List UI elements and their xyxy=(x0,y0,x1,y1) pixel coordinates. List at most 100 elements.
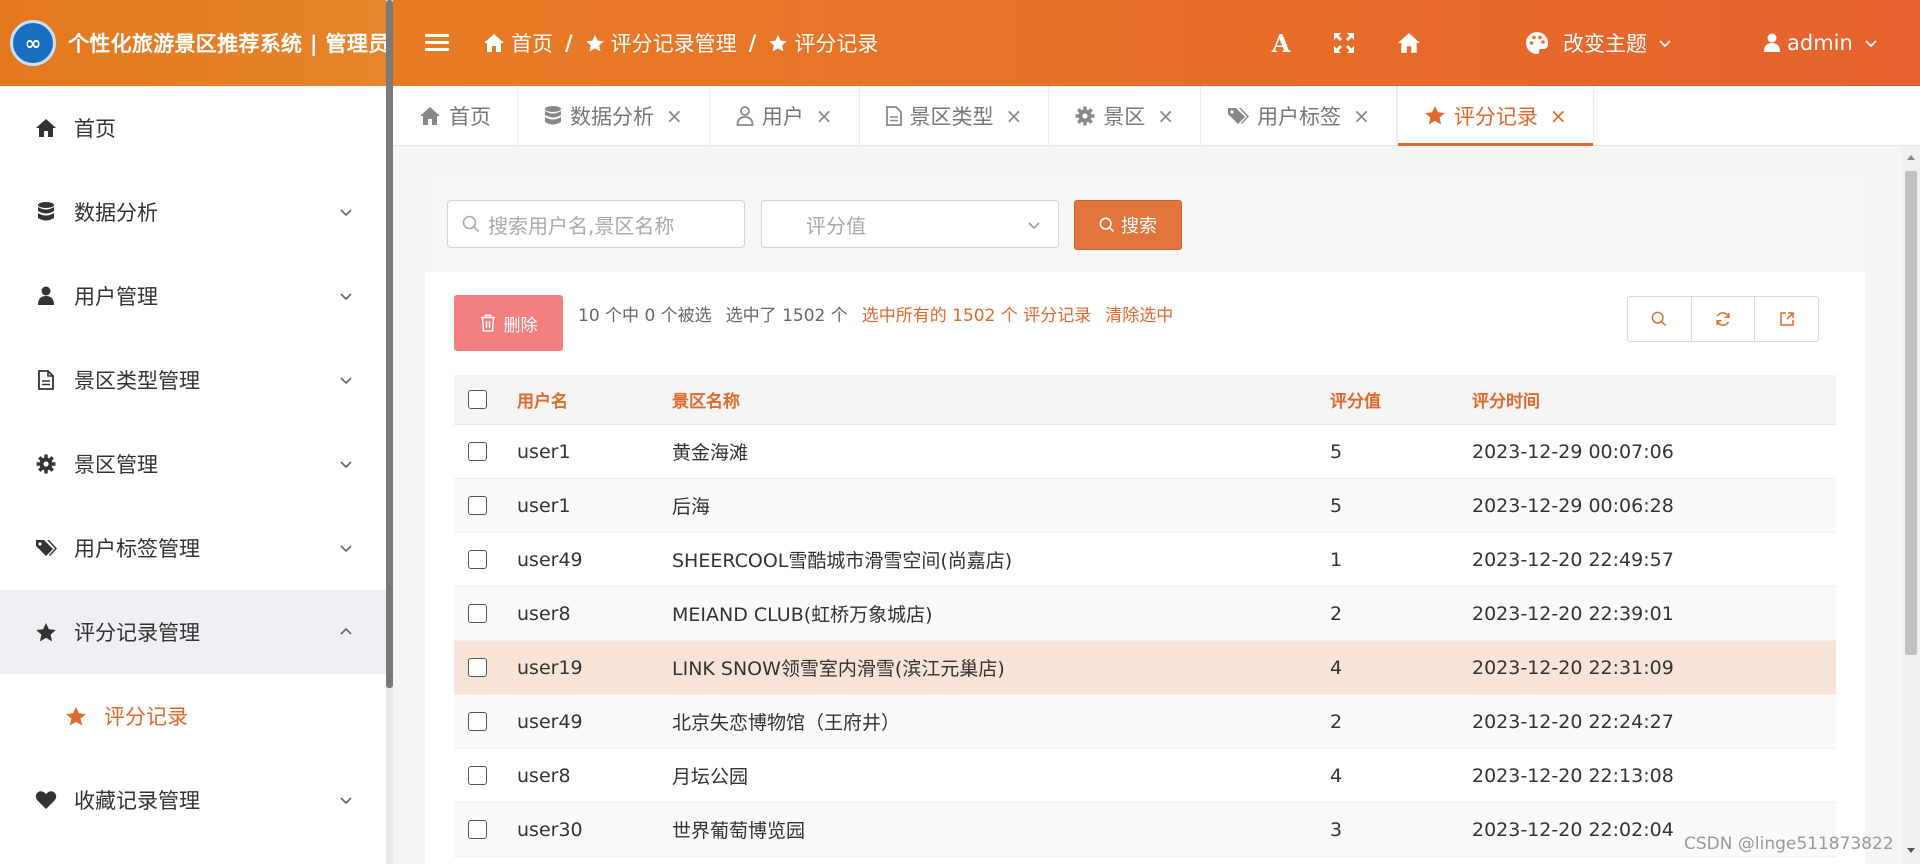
column-header-rating-time[interactable]: 评分时间 xyxy=(1472,375,1540,424)
change-theme-dropdown[interactable]: 改变主题 xyxy=(1525,0,1687,86)
column-header-score[interactable]: 评分值 xyxy=(1330,375,1381,424)
table-row[interactable]: user49 北京失恋博物馆（王府井） 2 2023-12-20 22:24:2… xyxy=(454,695,1836,749)
cell-username: user49 xyxy=(517,710,583,733)
export-button[interactable] xyxy=(1755,297,1818,341)
breadcrumb-separator: / xyxy=(748,31,757,55)
scroll-down-arrow-icon[interactable] xyxy=(1907,848,1915,853)
row-checkbox[interactable] xyxy=(468,550,487,569)
column-header-username[interactable]: 用户名 xyxy=(517,375,568,424)
table-row[interactable]: user8 月坛公园 4 2023-12-20 22:13:08 xyxy=(454,749,1836,803)
select-all-cell xyxy=(468,375,487,424)
tab-label: 用户标签 xyxy=(1257,104,1342,129)
tab-data-analysis[interactable]: 数据分析 × xyxy=(518,86,710,145)
row-checkbox[interactable] xyxy=(468,658,487,677)
sidebar-item-user-management[interactable]: 用户管理 xyxy=(0,254,386,338)
tab-label: 首页 xyxy=(449,104,491,129)
sidebar-scrollbar[interactable] xyxy=(386,0,393,864)
breadcrumb-label: 评分记录管理 xyxy=(610,32,737,56)
sidebar-item-scenic-management[interactable]: 景区管理 xyxy=(0,422,386,506)
star-icon xyxy=(585,34,604,52)
scroll-up-arrow-icon[interactable] xyxy=(1907,155,1915,160)
breadcrumb-item-rating-management[interactable]: 评分记录管理 xyxy=(585,28,737,58)
table-row[interactable]: user1 后海 5 2023-12-29 00:06:28 xyxy=(454,479,1836,533)
row-checkbox[interactable] xyxy=(468,496,487,515)
sidebar-menu: 首页 数据分析 用户管理 景区类型管理 景区管理 用户标签管理 评分记录管理 评… xyxy=(0,86,386,842)
column-header-scenic-name[interactable]: 景区名称 xyxy=(672,375,740,424)
sidebar-item-rating-management[interactable]: 评分记录管理 xyxy=(0,590,386,674)
tab-rating-records[interactable]: 评分记录 × xyxy=(1396,86,1594,146)
select-all-checkbox[interactable] xyxy=(468,390,487,409)
row-checkbox[interactable] xyxy=(468,712,487,731)
toggle-search-button[interactable] xyxy=(1628,297,1692,341)
chevron-down-icon xyxy=(340,293,352,301)
close-icon[interactable]: × xyxy=(1353,104,1370,128)
tab-home[interactable]: 首页 xyxy=(393,86,518,145)
sidebar-item-data-analysis[interactable]: 数据分析 xyxy=(0,170,386,254)
refresh-button[interactable] xyxy=(1692,297,1756,341)
tab-user-tags[interactable]: 用户标签 × xyxy=(1201,86,1397,145)
main-scrollbar-thumb[interactable] xyxy=(1905,171,1917,655)
table-tool-group xyxy=(1627,296,1819,342)
close-icon[interactable]: × xyxy=(666,104,683,128)
sidebar-item-favorites-management[interactable]: 收藏记录管理 xyxy=(0,758,386,842)
close-icon[interactable]: × xyxy=(1006,104,1023,128)
chevron-down-icon xyxy=(340,461,352,469)
tab-scenic[interactable]: 景区 × xyxy=(1049,86,1202,145)
home-icon xyxy=(34,116,58,140)
tab-user[interactable]: 用户 × xyxy=(710,86,860,145)
table-row[interactable]: user49 SHEERCOOL雪酷城市滑雪空间(尚嘉店) 1 2023-12-… xyxy=(454,533,1836,587)
row-check-cell xyxy=(468,695,487,748)
user-icon xyxy=(34,284,58,308)
sidebar-scrollbar-thumb[interactable] xyxy=(386,0,393,688)
clear-selection-link[interactable]: 清除选中 xyxy=(1105,306,1173,326)
star-icon xyxy=(34,620,58,644)
chevron-down-icon xyxy=(340,545,352,553)
table-row[interactable]: user19 LINK SNOW领雪室内滑雪(滨江元巢店) 4 2023-12-… xyxy=(454,641,1836,695)
sidebar-item-scenic-type-management[interactable]: 景区类型管理 xyxy=(0,338,386,422)
logo-bar: ∞ 个性化旅游景区推荐系统 | 管理员 xyxy=(0,0,390,86)
sidebar-item-home[interactable]: 首页 xyxy=(0,86,386,170)
sidebar-item-user-tag-management[interactable]: 用户标签管理 xyxy=(0,506,386,590)
cell-rating-time: 2023-12-20 22:31:09 xyxy=(1472,656,1674,679)
cell-scenic-name: LINK SNOW领雪室内滑雪(滨江元巢店) xyxy=(672,658,1005,680)
tab-label: 景区 xyxy=(1103,104,1146,129)
row-checkbox[interactable] xyxy=(468,820,487,839)
cell-username: user8 xyxy=(517,764,571,787)
table-row[interactable]: user8 MEIAND CLUB(虹桥万象城店) 2 2023-12-20 2… xyxy=(454,587,1836,641)
user-menu-dropdown[interactable]: admin xyxy=(1763,0,1885,86)
records-card: 搜索用户名,景区名称 评分值 搜索 删除 10 个中 0 个被选 选中了 1502… xyxy=(425,176,1865,864)
row-checkbox[interactable] xyxy=(468,442,487,461)
sidebar: ∞ 个性化旅游景区推荐系统 | 管理员 首页 数据分析 用户管理 景区类型管理 … xyxy=(0,0,390,864)
table-row[interactable]: user30 世界葡萄博览园 3 2023-12-20 22:02:04 xyxy=(454,803,1836,857)
search-input[interactable]: 搜索用户名,景区名称 xyxy=(447,200,745,248)
search-button[interactable]: 搜索 xyxy=(1074,200,1182,250)
tab-scenic-type[interactable]: 景区类型 × xyxy=(860,86,1050,145)
chevron-down-icon xyxy=(340,209,352,217)
hamburger-menu-icon[interactable] xyxy=(425,30,449,56)
app-title: 个性化旅游景区推荐系统 | 管理员 xyxy=(68,32,390,56)
delete-button[interactable]: 删除 xyxy=(454,295,563,351)
ratings-table: 用户名 景区名称 评分值 评分时间 user1 黄金海滩 5 2023-12-2… xyxy=(454,375,1836,857)
select-all-link[interactable]: 选中所有的 1502 个 评分记录 xyxy=(862,306,1091,326)
delete-button-label: 删除 xyxy=(503,315,538,336)
cell-score: 2 xyxy=(1330,602,1343,625)
database-icon xyxy=(544,105,562,127)
user-icon xyxy=(1764,33,1780,52)
main-scrollbar[interactable] xyxy=(1902,147,1920,864)
breadcrumb-item-home[interactable]: 首页 xyxy=(483,28,553,58)
sidebar-subitem-rating-records[interactable]: 评分记录 xyxy=(0,674,386,758)
row-checkbox[interactable] xyxy=(468,766,487,785)
search-icon xyxy=(1099,217,1115,233)
cell-rating-time: 2023-12-20 22:24:27 xyxy=(1472,710,1674,733)
font-size-icon[interactable]: A xyxy=(1265,27,1297,59)
row-checkbox[interactable] xyxy=(468,604,487,623)
table-row[interactable]: user1 黄金海滩 5 2023-12-29 00:07:06 xyxy=(454,425,1836,479)
palette-icon xyxy=(1526,32,1548,54)
close-icon[interactable]: × xyxy=(1157,104,1174,128)
score-select[interactable]: 评分值 xyxy=(761,200,1059,248)
cell-username: user1 xyxy=(517,494,571,517)
close-icon[interactable]: × xyxy=(1550,104,1567,128)
fullscreen-icon[interactable] xyxy=(1328,27,1360,59)
close-icon[interactable]: × xyxy=(816,104,833,128)
home-icon[interactable] xyxy=(1393,27,1425,59)
